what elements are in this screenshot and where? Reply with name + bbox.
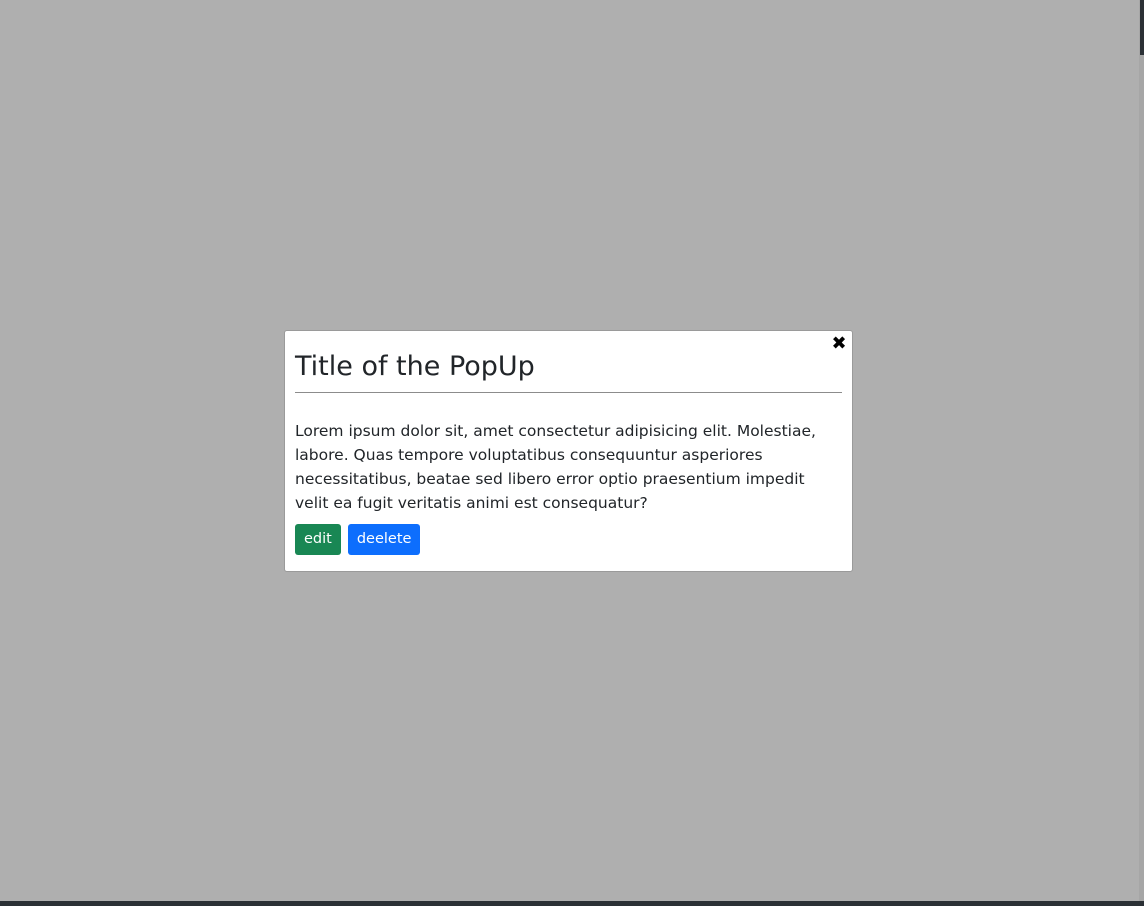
- popup-title: Title of the PopUp: [295, 351, 535, 382]
- delete-button[interactable]: deelete: [347, 524, 421, 555]
- popup-modal: ✖ Title of the PopUp Lorem ipsum dolor s…: [284, 330, 853, 572]
- page-right-edge: [1139, 0, 1144, 906]
- popup-actions: edit deelete: [295, 524, 842, 555]
- edit-button[interactable]: edit: [295, 524, 341, 555]
- title-divider: [295, 392, 842, 393]
- close-icon[interactable]: ✖: [830, 333, 848, 355]
- page-bottom-bar: [0, 901, 1144, 906]
- page-scrollbar-edge: [1140, 0, 1144, 55]
- popup-body-text: Lorem ipsum dolor sit, amet consectetur …: [295, 422, 816, 512]
